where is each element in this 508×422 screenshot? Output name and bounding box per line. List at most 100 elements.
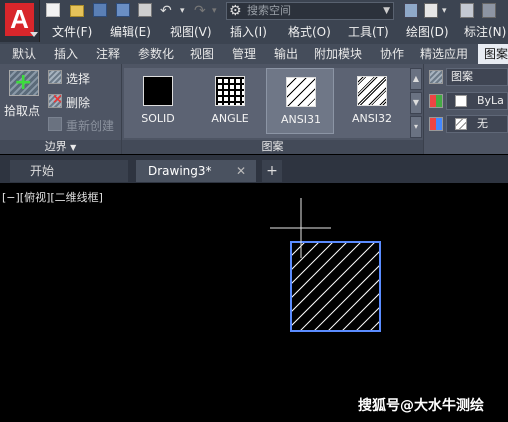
ansi31-swatch-icon <box>286 77 316 107</box>
pattern-ansi32[interactable]: ANSI32 <box>338 68 406 134</box>
remove-boundary-icon[interactable]: × <box>48 92 63 108</box>
hatch-color-value: ByLa <box>477 94 504 107</box>
tab-parametric[interactable]: 参数化 <box>138 44 174 64</box>
hatch-boundary[interactable] <box>290 241 381 332</box>
ansi32-swatch-icon <box>357 76 387 106</box>
expand-gallery-icon[interactable]: ▾ <box>410 116 422 138</box>
title-bar: A ↶ ▾ ↷ ▾ ⚙ 搜索空间 ▼ ▾ 文件(F) 编辑(E) 视图(V) 插… <box>0 0 508 44</box>
pattern-gallery: SOLID ANGLE ANSI31 ANSI32 <box>124 68 410 138</box>
close-icon[interactable]: ✕ <box>236 160 246 182</box>
chevron-down-icon: ▼ <box>383 6 390 16</box>
application-menu-button[interactable]: A <box>0 0 40 42</box>
pattern-ansi31[interactable]: ANSI31 <box>266 68 334 134</box>
search-icon[interactable] <box>482 3 496 18</box>
save-as-icon[interactable] <box>116 3 130 17</box>
pattern-type-row[interactable]: 图案 <box>424 68 508 86</box>
background-color-row[interactable]: 无 <box>424 115 508 133</box>
document-icon[interactable] <box>424 3 438 18</box>
file-tabs: 开始 Drawing3* ✕ + <box>0 155 508 183</box>
tab-hatch-pattern[interactable]: 图案 <box>478 44 508 64</box>
tab-drawing-label: Drawing3* <box>148 164 212 178</box>
tab-addins[interactable]: 附加模块 <box>314 44 362 64</box>
remove-button[interactable]: 删除 <box>66 94 90 111</box>
menu-edit[interactable]: 编辑(E) <box>110 22 151 42</box>
layer-icon[interactable] <box>460 3 474 18</box>
background-color-icon <box>429 117 443 131</box>
solid-swatch-icon <box>143 76 173 106</box>
new-tab-button[interactable]: + <box>262 160 282 182</box>
ribbon: + 拾取点 选择 × 删除 重新创建 边界 ▼ 图案 SOLID ANGLE A… <box>0 64 508 154</box>
drawing-canvas[interactable]: [−][俯视][二维线框] 搜狐号@大水牛测绘 <box>0 183 508 422</box>
gear-icon: ⚙ <box>229 3 242 19</box>
chevron-down-icon[interactable]: ▾ <box>442 2 447 20</box>
hatch-color-icon <box>429 94 443 108</box>
scroll-down-icon[interactable]: ▼ <box>410 92 422 114</box>
boundary-panel-title[interactable]: 边界 ▼ <box>0 140 121 154</box>
color-swatch <box>455 95 467 107</box>
watermark: 搜狐号@大水牛测绘 <box>358 398 484 414</box>
background-color-select[interactable]: 无 <box>446 115 508 133</box>
pick-points-icon: + <box>9 70 39 96</box>
workspace-selector[interactable]: ⚙ 搜索空间 ▼ <box>226 2 394 20</box>
pattern-name: ANGLE <box>211 112 249 125</box>
share-icon[interactable] <box>404 3 418 18</box>
pattern-name: ANSI31 <box>281 113 321 126</box>
hatch-type-icon <box>429 70 443 84</box>
menu-format[interactable]: 格式(O) <box>288 22 331 42</box>
pattern-solid[interactable]: SOLID <box>124 68 192 134</box>
boundary-panel: + 拾取点 选择 × 删除 重新创建 边界 ▼ <box>0 64 122 154</box>
tab-featured-apps[interactable]: 精选应用 <box>420 44 468 64</box>
tab-start-label: 开始 <box>30 164 55 178</box>
tab-default[interactable]: 默认 <box>12 44 36 64</box>
tab-insert[interactable]: 插入 <box>54 44 78 64</box>
open-folder-icon[interactable] <box>70 5 84 17</box>
pattern-type-value: 图案 <box>451 70 473 83</box>
select-button[interactable]: 选择 <box>66 70 90 87</box>
tab-annotate[interactable]: 注释 <box>96 44 120 64</box>
hatch-color-row[interactable]: ByLa <box>424 92 508 110</box>
scroll-up-icon[interactable]: ▲ <box>410 68 422 90</box>
chevron-down-icon: ▼ <box>70 143 77 152</box>
pattern-angle[interactable]: ANGLE <box>196 68 264 134</box>
pattern-gallery-scroll: ▲ ▼ ▾ <box>410 68 422 138</box>
tab-drawing[interactable]: Drawing3* ✕ <box>136 160 256 182</box>
pattern-name: ANSI32 <box>352 112 392 125</box>
tab-manage[interactable]: 管理 <box>232 44 256 64</box>
new-file-icon[interactable] <box>46 3 60 17</box>
background-color-value: 无 <box>477 117 488 130</box>
chevron-down-icon <box>30 32 38 37</box>
menu-tools[interactable]: 工具(T) <box>348 22 389 42</box>
tab-start[interactable]: 开始 <box>10 160 128 182</box>
boundary-panel-label: 边界 <box>44 140 67 153</box>
menu-file[interactable]: 文件(F) <box>52 22 92 42</box>
recreate-boundary-icon <box>48 117 62 131</box>
pattern-type-select[interactable]: 图案 <box>446 68 508 86</box>
undo-icon[interactable]: ↶ <box>160 2 172 20</box>
select-objects-icon[interactable] <box>48 70 62 84</box>
pick-points-label: 拾取点 <box>4 104 41 118</box>
tab-output[interactable]: 输出 <box>274 44 298 64</box>
drawing-svg <box>270 198 381 332</box>
menu-view[interactable]: 视图(V) <box>170 22 212 42</box>
properties-panel: 图案 ByLa 无 <box>424 64 508 154</box>
pattern-panel-title: 图案 <box>122 140 423 154</box>
print-icon[interactable] <box>138 3 152 17</box>
workspace-placeholder: 搜索空间 <box>247 4 291 17</box>
tab-collaborate[interactable]: 协作 <box>380 44 404 64</box>
menu-dimension[interactable]: 标注(N) <box>464 22 506 42</box>
background-swatch <box>455 118 467 130</box>
menu-draw[interactable]: 绘图(D) <box>406 22 449 42</box>
hatch-fill <box>291 242 380 331</box>
undo-dropdown-icon[interactable]: ▾ <box>180 2 185 20</box>
redo-icon[interactable]: ↷ <box>194 2 206 20</box>
menu-insert[interactable]: 插入(I) <box>230 22 267 42</box>
tab-view[interactable]: 视图 <box>190 44 214 64</box>
pick-points-button[interactable]: + 拾取点 <box>0 64 44 120</box>
ribbon-tabs: 默认 插入 注释 参数化 视图 管理 输出 附加模块 协作 精选应用 图案 <box>0 44 508 64</box>
pattern-name: SOLID <box>141 112 175 125</box>
hatch-color-select[interactable]: ByLa <box>446 92 508 110</box>
crosshair-cursor-icon <box>270 198 331 258</box>
save-icon[interactable] <box>93 3 107 17</box>
redo-dropdown-icon[interactable]: ▾ <box>212 2 217 20</box>
recreate-button: 重新创建 <box>66 119 115 133</box>
